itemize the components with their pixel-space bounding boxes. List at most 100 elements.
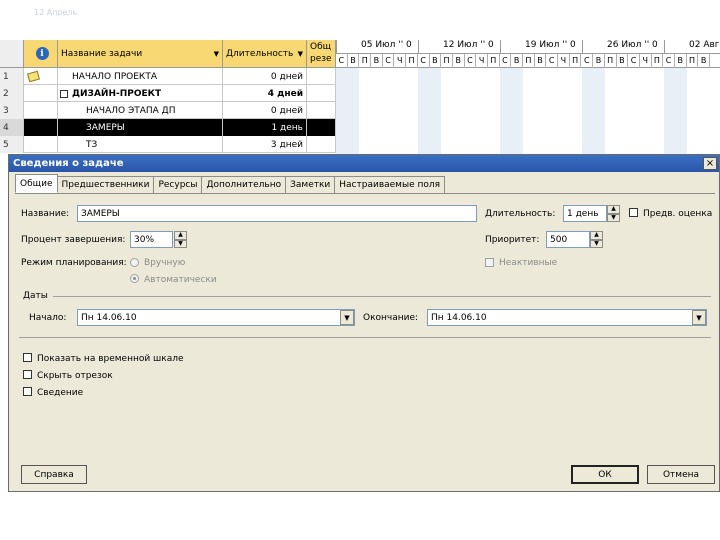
table-row[interactable]: 1 НАЧАЛО ПРОЕКТА 0 дней: [0, 68, 336, 85]
row-indicator: [24, 119, 58, 136]
header-duration-label: Длительность: [226, 48, 294, 59]
close-button[interactable]: ×: [703, 157, 717, 170]
start-label: Начало:: [29, 313, 67, 323]
row-duration[interactable]: 3 дней: [223, 136, 307, 153]
row-id[interactable]: 1: [0, 68, 24, 85]
spin-up-icon[interactable]: ▲: [174, 231, 187, 240]
day-label: С: [628, 54, 640, 68]
header-duration[interactable]: Длительность ▼: [223, 40, 307, 68]
info-icon: i: [35, 47, 49, 60]
finish-date-input[interactable]: Пн 14.06.10: [427, 309, 707, 326]
weekend-band: [500, 68, 523, 154]
ok-button[interactable]: ОК: [571, 465, 639, 484]
row-name[interactable]: НАЧАЛО ПРОЕКТА: [58, 68, 223, 85]
header-task-name[interactable]: Название задачи ▼: [58, 40, 223, 68]
options-separator: [19, 337, 711, 338]
row-id[interactable]: 4: [0, 119, 24, 136]
row-id[interactable]: 3: [0, 102, 24, 119]
rollup-checkbox[interactable]: [23, 387, 32, 396]
priority-input[interactable]: 500: [546, 231, 590, 248]
inactive-label: Неактивные: [499, 258, 558, 268]
row-name[interactable]: НАЧАЛО ЭТАПА ДП: [58, 102, 223, 119]
spin-up-icon[interactable]: ▲: [590, 231, 603, 240]
weekend-band: [336, 68, 359, 154]
row-total[interactable]: [307, 136, 336, 153]
percent-input[interactable]: 30%: [130, 231, 173, 248]
show-timeline-checkbox[interactable]: [23, 353, 32, 362]
day-label: П: [359, 54, 372, 68]
row-name[interactable]: ЗАМЕРЫ: [58, 119, 223, 136]
percent-spinner[interactable]: ▲ ▼: [174, 231, 187, 248]
tab-notes[interactable]: Заметки: [285, 176, 336, 193]
day-label: В: [617, 54, 629, 68]
duration-spinner[interactable]: ▲ ▼: [607, 205, 620, 222]
row-name-label: ДИЗАЙН-ПРОЕКТ: [72, 88, 162, 99]
start-date-input[interactable]: Пн 14.06.10: [77, 309, 355, 326]
row-name[interactable]: ТЗ: [58, 136, 223, 153]
week-label: 02 Авг: [664, 40, 720, 54]
priority-label: Приоритет:: [485, 235, 540, 245]
dropdown-arrow-icon: ▼: [213, 49, 219, 58]
estimated-checkbox[interactable]: [629, 208, 638, 217]
cancel-button[interactable]: Отмена: [647, 465, 715, 484]
week-label: 12 Июл '' 0: [418, 40, 500, 54]
row-total[interactable]: [307, 85, 336, 102]
week-label: 05 Июл '' 0: [336, 40, 418, 54]
spin-up-icon[interactable]: ▲: [607, 205, 620, 214]
row-duration[interactable]: 1 день: [223, 119, 307, 136]
task-info-dialog: Сведения о задаче × Общие Предшественник…: [8, 154, 720, 492]
dates-group-label: Даты: [23, 291, 48, 301]
table-row[interactable]: 4 ЗАМЕРЫ 1 день: [0, 119, 336, 136]
inactive-checkbox[interactable]: [485, 258, 494, 267]
tab-predecessors[interactable]: Предшественники: [56, 176, 155, 193]
show-timeline-label: Показать на временной шкале: [37, 354, 184, 364]
header-indicators[interactable]: i: [24, 40, 58, 68]
row-total[interactable]: [307, 68, 336, 85]
gantt-chart-area[interactable]: [336, 68, 720, 154]
start-date-dropdown-icon[interactable]: ▼: [340, 310, 354, 325]
estimated-label: Предв. оценка: [643, 209, 713, 219]
spin-down-icon[interactable]: ▼: [590, 239, 603, 248]
tab-custom-fields[interactable]: Настраиваемые поля: [334, 176, 446, 193]
tab-resources[interactable]: Ресурсы: [153, 176, 203, 193]
table-row[interactable]: 5 ТЗ 3 дней: [0, 136, 336, 153]
row-total[interactable]: [307, 119, 336, 136]
dialog-titlebar[interactable]: Сведения о задаче ×: [9, 155, 719, 172]
spin-down-icon[interactable]: ▼: [607, 213, 620, 222]
row-total[interactable]: [307, 102, 336, 119]
day-label: В: [430, 54, 442, 68]
week-label: 19 Июл '' 0: [500, 40, 582, 54]
row-duration[interactable]: 4 дней: [223, 85, 307, 102]
day-label: С: [546, 54, 559, 68]
collapse-icon[interactable]: [60, 89, 68, 98]
hide-bar-checkbox[interactable]: [23, 370, 32, 379]
note-icon[interactable]: [27, 70, 40, 83]
timescale-weeks: 05 Июл '' 0 12 Июл '' 0 19 Июл '' 0 26 И…: [336, 40, 720, 54]
spin-down-icon[interactable]: ▼: [174, 239, 187, 248]
day-label: С: [500, 54, 512, 68]
header-total-slack[interactable]: Общ резе: [307, 40, 336, 68]
finish-date-dropdown-icon[interactable]: ▼: [692, 310, 706, 325]
day-label: С: [465, 54, 477, 68]
weekend-band: [664, 68, 687, 154]
priority-spinner[interactable]: ▲ ▼: [590, 231, 603, 248]
day-label: В: [675, 54, 687, 68]
faint-date-label: 12 Апрель: [34, 8, 78, 17]
table-row[interactable]: 2 ДИЗАЙН-ПРОЕКТ 4 дней: [0, 85, 336, 102]
mode-auto-radio[interactable]: [130, 274, 139, 283]
table-row[interactable]: 3 НАЧАЛО ЭТАПА ДП 0 дней: [0, 102, 336, 119]
row-duration[interactable]: 0 дней: [223, 68, 307, 85]
row-id[interactable]: 5: [0, 136, 24, 153]
row-duration[interactable]: 0 дней: [223, 102, 307, 119]
row-id[interactable]: 2: [0, 85, 24, 102]
duration-input[interactable]: 1 день: [563, 205, 607, 222]
name-input[interactable]: ЗАМЕРЫ: [77, 205, 477, 222]
help-button[interactable]: Справка: [21, 465, 87, 484]
tab-advanced[interactable]: Дополнительно: [201, 176, 287, 193]
header-corner[interactable]: [0, 40, 24, 68]
tab-general[interactable]: Общие: [15, 174, 58, 193]
mode-manual-radio[interactable]: [130, 258, 139, 267]
day-label: П: [687, 54, 699, 68]
day-label: П: [605, 54, 617, 68]
row-name[interactable]: ДИЗАЙН-ПРОЕКТ: [58, 85, 223, 102]
